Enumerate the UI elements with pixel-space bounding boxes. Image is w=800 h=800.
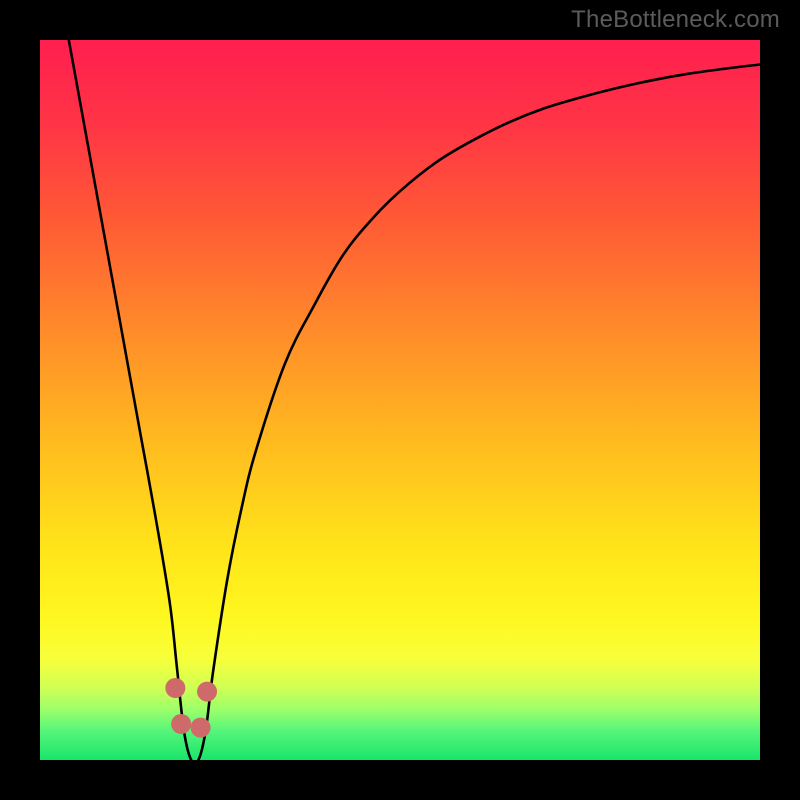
plot-background-gradient bbox=[40, 40, 760, 760]
chart-frame: TheBottleneck.com bbox=[0, 0, 800, 800]
plot-area bbox=[40, 40, 760, 760]
watermark-text: TheBottleneck.com bbox=[571, 6, 780, 34]
